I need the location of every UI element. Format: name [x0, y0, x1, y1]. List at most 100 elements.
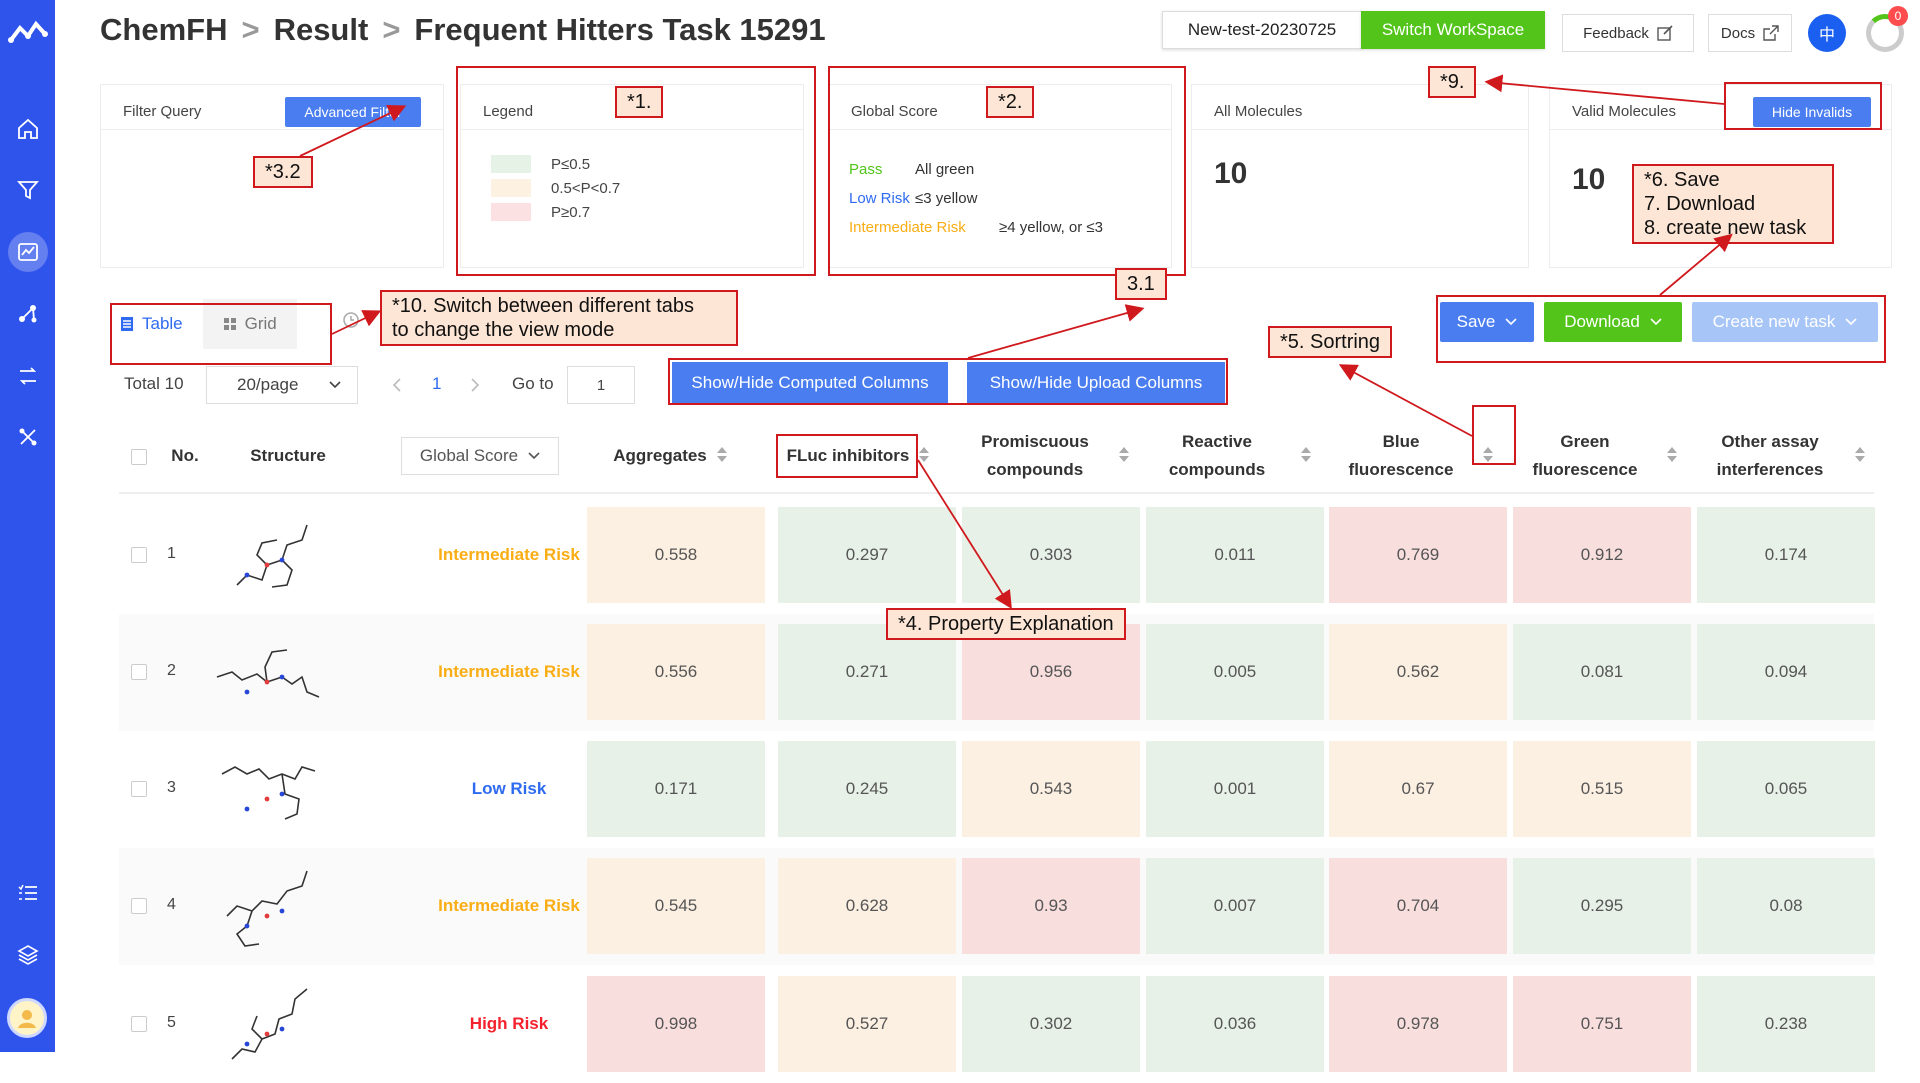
header-line: Other assay [1721, 432, 1819, 451]
select-all-checkbox[interactable] [131, 449, 147, 465]
annotation-6-7-8: *6. Save 7. Download 8. create new task [1632, 164, 1834, 244]
header-line: Green [1560, 432, 1610, 451]
sort-icon[interactable] [1300, 446, 1312, 464]
annotation-3-1: 3.1 [1115, 268, 1167, 300]
row-checkbox[interactable] [131, 781, 147, 797]
layers-icon[interactable] [8, 935, 48, 975]
all-molecules-card: All Molecules 10 [1191, 84, 1529, 268]
row-number: 4 [167, 896, 176, 913]
table-row[interactable]: 1 Intermediate Risk 0.558 0.297 0.303 0.011 0.… [119, 497, 1875, 614]
sort-icon[interactable] [716, 446, 728, 464]
breadcrumb-chemfh[interactable]: ChemFH [100, 12, 227, 48]
card-title: Valid Molecules [1572, 103, 1676, 120]
card-title: Filter Query [123, 103, 202, 120]
avatar[interactable] [7, 998, 47, 1038]
global-score-value: Intermediate Risk [438, 662, 580, 681]
header-promiscuous[interactable]: Promiscuous compounds [960, 428, 1110, 484]
prev-page-icon[interactable] [392, 378, 402, 392]
property-cell: 0.297 [778, 507, 956, 603]
valid-molecules-count: 10 [1572, 163, 1606, 196]
annotation-3-2: *3.2 [253, 156, 313, 188]
annotation-1: *1. [615, 86, 664, 118]
header-blue-fluorescence[interactable]: Blue fluorescence [1326, 428, 1476, 484]
row-number: 3 [167, 779, 176, 796]
property-cell: 0.094 [1697, 624, 1875, 720]
switch-workspace-button[interactable]: Switch WorkSpace [1361, 11, 1545, 49]
row-checkbox[interactable] [131, 664, 147, 680]
history-icon[interactable] [342, 311, 360, 329]
header-other-interferences[interactable]: Other assay interferences [1692, 428, 1848, 484]
annotation-4: *4. Property Explanation [886, 608, 1126, 640]
sort-icon[interactable] [1118, 446, 1130, 464]
property-cell: 0.912 [1513, 507, 1691, 603]
breadcrumb-result[interactable]: Result [274, 12, 369, 48]
annotation-box [1724, 82, 1882, 130]
molecule-structure[interactable] [207, 739, 327, 839]
annotation-box [1436, 295, 1886, 363]
property-cell: 0.515 [1513, 741, 1691, 837]
chevron-down-icon [528, 452, 540, 460]
row-checkbox[interactable] [131, 1016, 147, 1032]
property-cell: 0.007 [1146, 858, 1324, 954]
result-icon[interactable] [8, 232, 48, 272]
property-cell: 0.704 [1329, 858, 1507, 954]
goto-page-input[interactable]: 1 [567, 366, 635, 404]
global-score-select[interactable]: Global Score [401, 437, 559, 475]
filter-icon[interactable] [8, 170, 48, 210]
header-line: Promiscuous [981, 432, 1089, 451]
page-size-value: 20/page [237, 375, 299, 394]
chevron-down-icon [329, 381, 341, 389]
header-green-fluorescence[interactable]: Green fluorescence [1510, 428, 1660, 484]
row-checkbox[interactable] [131, 547, 147, 563]
row-number: 5 [167, 1014, 176, 1031]
table-row[interactable]: 5 High Risk 0.998 0.527 0.302 0.036 0.978 0.751… [119, 966, 1875, 1083]
all-molecules-count: 10 [1214, 157, 1248, 190]
page-size-select[interactable]: 20/page [206, 366, 358, 404]
property-cell: 0.238 [1697, 976, 1875, 1072]
global-score-value: High Risk [469, 1014, 549, 1033]
annotation-9: *9. [1428, 66, 1477, 98]
header-aggregates[interactable]: Aggregates [596, 442, 724, 470]
property-cell: 0.556 [587, 624, 765, 720]
language-toggle[interactable]: 中 [1808, 14, 1846, 52]
user-icon [18, 1010, 36, 1028]
property-cell: 0.751 [1513, 976, 1691, 1072]
molecule-structure[interactable] [207, 974, 327, 1074]
sort-icon[interactable] [1666, 446, 1678, 464]
property-cell: 0.998 [587, 976, 765, 1072]
workflow-icon[interactable] [8, 356, 48, 396]
header-reactive[interactable]: Reactive compounds [1142, 428, 1292, 484]
header-line: compounds [1168, 460, 1266, 479]
row-number: 2 [167, 662, 176, 679]
molecule-structure[interactable] [207, 856, 327, 956]
annotation-box [110, 303, 332, 365]
sort-icon[interactable] [1854, 446, 1866, 464]
property-cell: 0.303 [962, 507, 1140, 603]
header-line: interferences [1716, 460, 1824, 479]
property-cell: 0.036 [1146, 976, 1324, 1072]
annotation-box [776, 434, 918, 478]
logo-icon[interactable] [8, 18, 48, 48]
molecule-structure[interactable] [207, 505, 327, 605]
table-row[interactable]: 4 Intermediate Risk 0.545 0.628 0.93 0.007 0.7… [119, 848, 1875, 965]
property-cell: 0.527 [778, 976, 956, 1072]
table-row[interactable]: 3 Low Risk 0.171 0.245 0.543 0.001 0.67 0.515 0.… [119, 731, 1875, 848]
tools-icon[interactable] [8, 417, 48, 457]
row-number: 1 [167, 545, 176, 562]
home-icon[interactable] [8, 109, 48, 149]
feedback-button[interactable]: Feedback [1562, 14, 1694, 52]
advanced-filter-button[interactable]: Advanced Filter [285, 97, 421, 127]
property-cell: 0.545 [587, 858, 765, 954]
property-cell: 0.562 [1329, 624, 1507, 720]
property-cell: 0.065 [1697, 741, 1875, 837]
sort-icon[interactable] [918, 446, 930, 464]
molecule-structure[interactable] [207, 622, 327, 722]
next-page-icon[interactable] [470, 378, 480, 392]
row-checkbox[interactable] [131, 898, 147, 914]
global-score-value: Low Risk [471, 779, 547, 798]
molecule-icon[interactable] [8, 294, 48, 334]
docs-button[interactable]: Docs [1708, 14, 1792, 52]
list-icon[interactable] [8, 873, 48, 913]
current-page[interactable]: 1 [432, 374, 441, 394]
annotation-box [668, 358, 1228, 405]
